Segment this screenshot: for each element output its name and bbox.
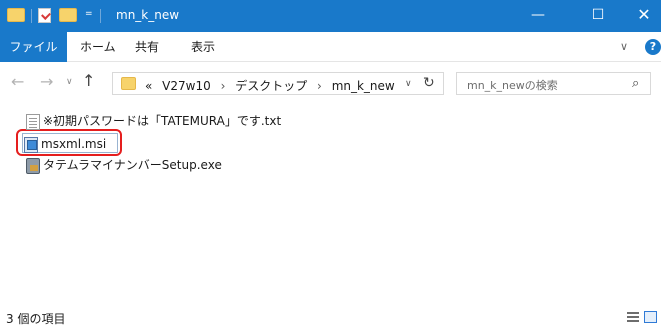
setup-exe-icon: [26, 157, 40, 174]
large-icons-view-icon[interactable]: [644, 311, 657, 323]
folder-icon: [7, 8, 25, 22]
file-name: ※初期パスワードは「TATEMURA」です.txt: [43, 114, 282, 128]
expand-ribbon-button[interactable]: ∨: [620, 40, 628, 53]
breadcrumb-item[interactable]: V27w10: [162, 79, 211, 93]
folder-icon: [121, 77, 136, 90]
breadcrumb: « V27w10 › デスクトップ › mn_k_new: [145, 77, 401, 94]
item-count: 3 個の項目: [6, 312, 66, 326]
address-bar[interactable]: « V27w10 › デスクトップ › mn_k_new ∨ ↻: [112, 72, 444, 95]
breadcrumb-separator[interactable]: ›: [317, 79, 322, 93]
file-list: ※初期パスワードは「TATEMURA」です.txt msxml.msi タテムラ…: [0, 102, 661, 307]
breadcrumb-item[interactable]: mn_k_new: [332, 79, 395, 93]
refresh-button[interactable]: ↻: [423, 75, 435, 91]
tab-home[interactable]: ホーム: [80, 32, 116, 62]
status-bar: 3 個の項目: [0, 307, 661, 327]
breadcrumb-overflow[interactable]: «: [145, 79, 152, 93]
window-title: mn_k_new: [116, 8, 180, 22]
maximize-button[interactable]: ☐: [575, 0, 621, 32]
list-item[interactable]: タテムラマイナンバーSetup.exe: [26, 155, 222, 175]
recent-locations-dropdown[interactable]: ∨: [66, 77, 73, 87]
tab-share[interactable]: 共有: [135, 32, 159, 62]
tab-view[interactable]: 表示: [191, 32, 215, 62]
file-name: msxml.msi: [41, 137, 107, 151]
breadcrumb-item[interactable]: デスクトップ: [235, 79, 307, 93]
msi-installer-icon: [24, 136, 38, 153]
help-icon[interactable]: ?: [645, 39, 661, 55]
address-history-dropdown[interactable]: ∨: [405, 79, 412, 89]
list-item-selected[interactable]: msxml.msi: [24, 134, 106, 154]
qat-divider: [100, 9, 101, 23]
details-view-icon[interactable]: [627, 312, 639, 322]
title-bar: = mn_k_new — ☐ ✕: [0, 0, 661, 32]
forward-button[interactable]: →: [40, 72, 53, 91]
list-item[interactable]: ※初期パスワードは「TATEMURA」です.txt: [26, 111, 281, 131]
properties-icon[interactable]: [38, 8, 51, 23]
search-input[interactable]: mn_k_newの検索: [467, 77, 558, 93]
search-icon[interactable]: ⌕: [632, 76, 639, 91]
file-name: タテムラマイナンバーSetup.exe: [43, 158, 222, 172]
ribbon-tabs: ファイル ホーム 共有 表示 ∨ ?: [0, 32, 661, 62]
navigation-bar: ← → ∨ ↑ « V27w10 › デスクトップ › mn_k_new ∨ ↻…: [0, 62, 661, 102]
qat-divider: [31, 9, 32, 23]
close-button[interactable]: ✕: [627, 0, 661, 32]
tab-file[interactable]: ファイル: [0, 32, 67, 62]
new-folder-icon[interactable]: [59, 8, 77, 22]
search-box[interactable]: mn_k_newの検索 ⌕: [456, 72, 651, 95]
qat-customize-dropdown[interactable]: =: [85, 9, 93, 19]
back-button[interactable]: ←: [11, 72, 24, 91]
up-button[interactable]: ↑: [82, 71, 95, 90]
minimize-button[interactable]: —: [515, 0, 561, 32]
text-file-icon: [26, 113, 40, 130]
breadcrumb-separator[interactable]: ›: [221, 79, 226, 93]
